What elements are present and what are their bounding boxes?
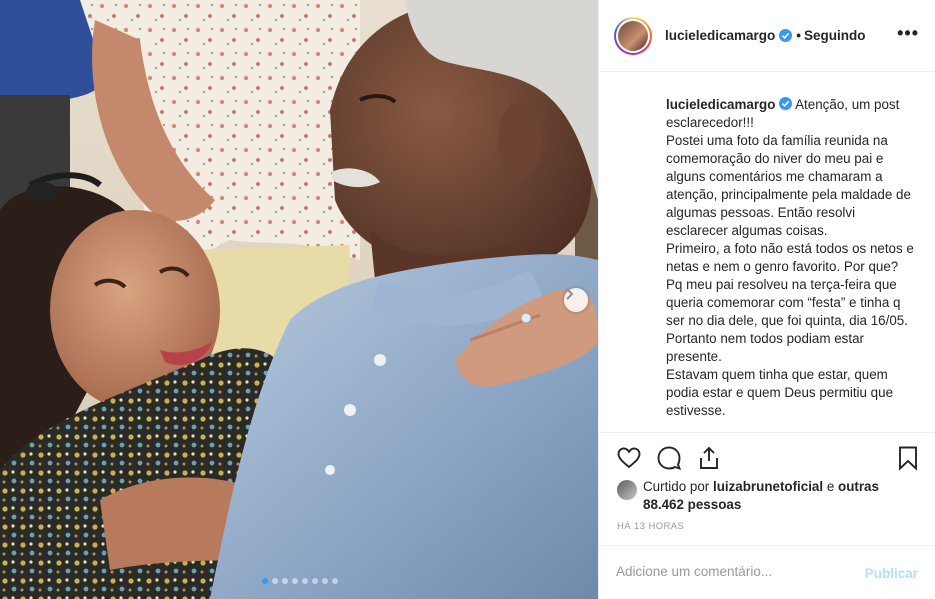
publish-button[interactable]: Publicar — [865, 566, 918, 581]
carousel-dot — [272, 578, 278, 584]
comment-input[interactable] — [616, 564, 846, 579]
caption-line: Estavam quem tinha que estar, quem podia… — [666, 367, 894, 418]
post-photo-illustration — [0, 0, 598, 599]
caption-line: Pq meu pai resolveu na terça-feira que q… — [666, 277, 908, 364]
header-user-row: lucieledicamargo • Seguindo — [665, 28, 866, 43]
carousel-dot — [332, 578, 338, 584]
caption-username[interactable]: lucieledicamargo — [666, 97, 775, 112]
likes-and: e — [826, 479, 835, 494]
heart-icon[interactable] — [616, 445, 642, 471]
carousel-dot — [262, 578, 268, 584]
carousel-dot — [302, 578, 308, 584]
verified-badge-icon — [779, 29, 793, 42]
bookmark-icon[interactable] — [895, 445, 921, 471]
carousel-indicator — [262, 578, 338, 584]
carousel-dot — [282, 578, 288, 584]
caption-line: Postei uma foto da família reunida na co… — [666, 133, 911, 238]
carousel-dot — [292, 578, 298, 584]
post-header: lucieledicamargo • Seguindo ••• — [599, 0, 935, 72]
avatar[interactable] — [618, 21, 648, 51]
comment-bar: Publicar — [599, 545, 935, 599]
caption-line: Primeiro, a foto não está todos os netos… — [666, 241, 914, 274]
carousel-dot — [322, 578, 328, 584]
post-timestamp[interactable]: HÁ 13 HORAS — [617, 521, 684, 532]
chevron-right-icon — [566, 288, 574, 300]
share-icon[interactable] — [696, 445, 722, 471]
separator-dot: • — [796, 28, 802, 43]
post-photo[interactable] — [0, 0, 598, 599]
likes-summary: Curtido por luizabrunetoficial e outras … — [617, 478, 917, 516]
action-bar — [599, 432, 935, 480]
likes-prefix: Curtido por — [643, 479, 710, 494]
verified-badge-icon — [779, 97, 793, 110]
username-link[interactable]: lucieledicamargo — [665, 28, 775, 43]
post-side-panel: lucieledicamargo • Seguindo ••• lucieled… — [598, 0, 935, 599]
carousel-next-button[interactable] — [564, 288, 588, 312]
carousel-dot — [312, 578, 318, 584]
following-button[interactable]: Seguindo — [804, 28, 866, 43]
caption-area[interactable]: lucieledicamargo Atenção, um post esclar… — [599, 72, 935, 432]
likes-text: Curtido por luizabrunetoficial e outras … — [643, 478, 913, 514]
story-ring[interactable] — [614, 17, 652, 55]
more-options-icon[interactable]: ••• — [897, 24, 919, 42]
liker-avatar[interactable] — [617, 480, 637, 500]
caption: lucieledicamargo Atenção, um post esclar… — [666, 96, 918, 420]
liker-username[interactable]: luizabrunetoficial — [713, 479, 823, 494]
comment-icon[interactable] — [656, 445, 682, 471]
